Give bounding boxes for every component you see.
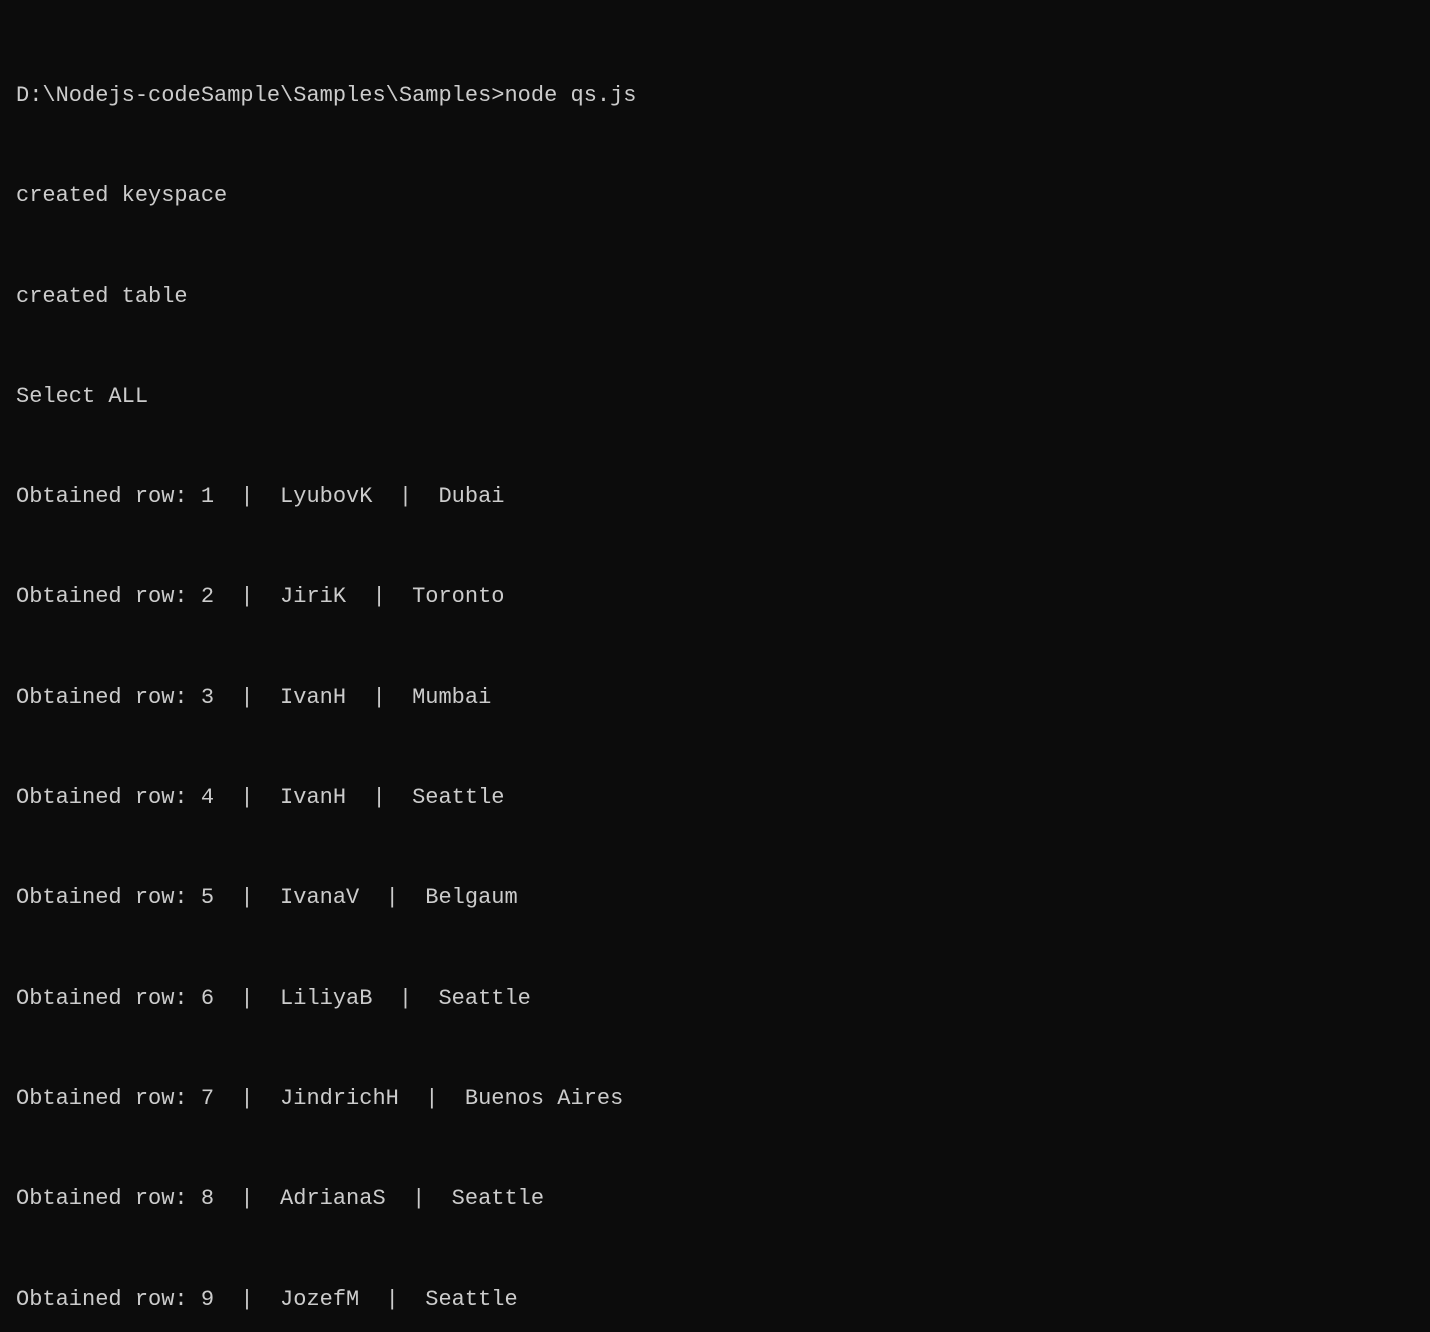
output-line-10: Obtained row: 7 | JindrichH | Buenos Air… <box>16 1082 1414 1115</box>
output-line-2: created table <box>16 280 1414 313</box>
output-line-6: Obtained row: 3 | IvanH | Mumbai <box>16 681 1414 714</box>
output-line-12: Obtained row: 9 | JozefM | Seattle <box>16 1283 1414 1316</box>
output-line-11: Obtained row: 8 | AdrianaS | Seattle <box>16 1182 1414 1215</box>
output-line-5: Obtained row: 2 | JiriK | Toronto <box>16 580 1414 613</box>
output-line-8: Obtained row: 5 | IvanaV | Belgaum <box>16 881 1414 914</box>
output-line-3: Select ALL <box>16 380 1414 413</box>
terminal-window: D:\Nodejs-codeSample\Samples\Samples>nod… <box>0 0 1430 666</box>
output-line-4: Obtained row: 1 | LyubovK | Dubai <box>16 480 1414 513</box>
output-line-7: Obtained row: 4 | IvanH | Seattle <box>16 781 1414 814</box>
output-line-9: Obtained row: 6 | LiliyaB | Seattle <box>16 982 1414 1015</box>
command-prompt: D:\Nodejs-codeSample\Samples\Samples>nod… <box>16 79 1414 112</box>
output-line-1: created keyspace <box>16 179 1414 212</box>
